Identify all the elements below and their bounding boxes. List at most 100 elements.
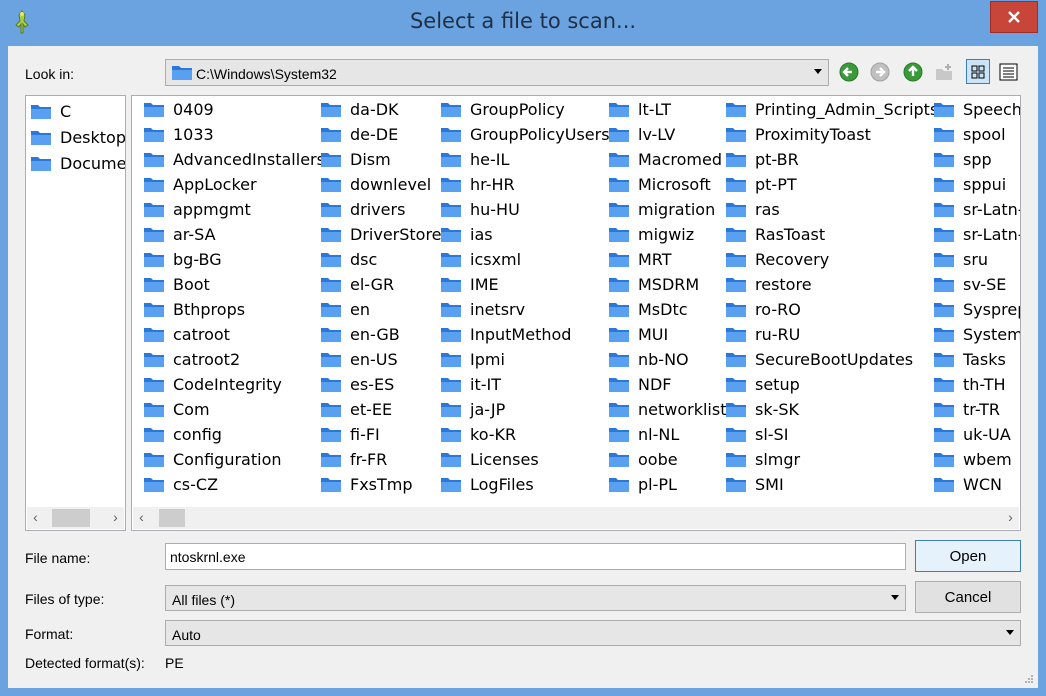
folder-icon — [31, 105, 51, 119]
scroll-left-arrow[interactable]: ‹ — [27, 507, 44, 529]
folder-icon — [726, 103, 746, 117]
folder-item-label: es-ES — [350, 375, 395, 394]
folder-item-label: ja-JP — [470, 400, 506, 419]
folder-icon — [144, 128, 164, 142]
folder-item-label: en-GB — [350, 325, 400, 344]
folder-item-label: ar-SA — [173, 225, 216, 244]
folder-icon — [441, 353, 461, 367]
new-folder-icon[interactable] — [934, 61, 956, 83]
folder-icon — [934, 178, 954, 192]
list-view-button[interactable] — [966, 59, 990, 84]
format-combo[interactable]: Auto — [165, 620, 1021, 646]
folder-item-label: Configuration — [173, 450, 282, 469]
folder-item-label: sl-SI — [755, 425, 789, 444]
folder-icon — [934, 328, 954, 342]
folder-item-label: inetsrv — [470, 300, 526, 319]
folder-icon — [144, 453, 164, 467]
sidebar-panel: C Desktop Docume ‹ › — [25, 95, 126, 531]
folder-icon — [441, 178, 461, 192]
folder-item-label: pt-BR — [755, 150, 799, 169]
folder-icon — [321, 403, 341, 417]
folder-item-label: lt-LT — [638, 100, 671, 119]
folder-item-label: 0409 — [173, 100, 214, 119]
folder-item-label: GroupPolicyUsers — [470, 125, 610, 144]
scrollbar-thumb[interactable] — [159, 509, 185, 527]
folder-item-label: el-GR — [350, 275, 395, 294]
folder-item-label: spool — [963, 125, 1006, 144]
folder-item-label: MRT — [638, 250, 672, 269]
folder-item-label: hr-HR — [470, 175, 515, 194]
folder-item-label: MUI — [638, 325, 669, 344]
scroll-left-arrow[interactable]: ‹ — [133, 507, 150, 529]
folder-icon — [726, 178, 746, 192]
detected-format-label: Detected format(s): — [25, 655, 145, 671]
close-button[interactable] — [990, 1, 1038, 33]
file-list-scrollbar[interactable]: ‹ › — [133, 507, 1019, 529]
folder-item-label: SystemR — [963, 325, 1020, 344]
folder-item-label: nb-NO — [638, 350, 689, 369]
folder-item-label: MsDtc — [638, 300, 688, 319]
scrollbar-thumb[interactable] — [52, 509, 90, 527]
folder-icon — [321, 153, 341, 167]
look-in-combo[interactable]: C:\Windows\System32 — [165, 59, 829, 86]
folder-icon — [144, 203, 164, 217]
folder-item-label: pl-PL — [638, 475, 677, 494]
folder-icon — [934, 228, 954, 242]
file-type-combo[interactable]: All files (*) — [165, 585, 906, 611]
folder-item-label: AppLocker — [173, 175, 257, 194]
folder-item-label: sr-Latn- — [963, 225, 1021, 244]
folder-item-label: SecureBootUpdates — [755, 350, 914, 369]
window-title: Select a file to scan... — [409, 9, 637, 33]
folder-item-label: Recovery — [755, 250, 830, 269]
folder-icon — [609, 453, 629, 467]
folder-item-label: Bthprops — [173, 300, 246, 319]
folder-icon — [609, 353, 629, 367]
folder-icon — [441, 403, 461, 417]
file-type-label: Files of type: — [25, 591, 105, 607]
detail-view-icon[interactable] — [998, 61, 1020, 83]
folder-icon — [321, 328, 341, 342]
file-name-input[interactable]: ntoskrnl.exe — [165, 543, 906, 570]
folder-icon — [441, 278, 461, 292]
scroll-right-arrow[interactable]: › — [1002, 507, 1019, 529]
folder-icon — [441, 103, 461, 117]
sidebar-scrollbar[interactable]: ‹ › — [27, 507, 124, 529]
folder-item-label: ru-RU — [755, 325, 801, 344]
folder-item-label: NDF — [638, 375, 672, 394]
folder-icon — [726, 303, 746, 317]
folder-item-label: catroot — [173, 325, 230, 344]
open-button[interactable]: Open — [915, 540, 1021, 572]
folder-icon — [609, 403, 629, 417]
folder-icon — [934, 128, 954, 142]
detected-format-value: PE — [165, 655, 184, 671]
folder-item-label: migwiz — [638, 225, 695, 244]
folder-item-label: ro-RO — [755, 300, 801, 319]
folder-icon — [934, 403, 954, 417]
title-bar[interactable]: Select a file to scan... — [0, 0, 1046, 46]
folder-icon — [321, 428, 341, 442]
folder-icon — [726, 453, 746, 467]
folder-item-label: FxsTmp — [350, 475, 413, 494]
folder-icon — [321, 303, 341, 317]
folder-item-label: dsc — [350, 250, 378, 269]
folder-icon — [441, 453, 461, 467]
folder-icon — [726, 153, 746, 167]
folder-icon — [144, 403, 164, 417]
folder-icon — [441, 378, 461, 392]
folder-item-label: en — [350, 300, 370, 319]
folder-icon — [144, 178, 164, 192]
forward-arrow-icon[interactable] — [869, 61, 891, 83]
folder-item-label: lv-LV — [638, 125, 676, 144]
resize-grip-icon[interactable] — [1024, 674, 1034, 684]
folder-icon — [726, 253, 746, 267]
folder-item-label: et-EE — [350, 400, 393, 419]
folder-icon — [726, 478, 746, 492]
folder-icon — [321, 178, 341, 192]
folder-item-label: Licenses — [470, 450, 539, 469]
scroll-right-arrow[interactable]: › — [107, 507, 124, 529]
back-arrow-icon[interactable] — [838, 61, 860, 83]
cancel-button[interactable]: Cancel — [915, 581, 1021, 613]
up-arrow-icon[interactable] — [902, 61, 924, 83]
folder-item-label: Printing_Admin_Scripts — [755, 100, 939, 119]
folder-icon — [321, 253, 341, 267]
